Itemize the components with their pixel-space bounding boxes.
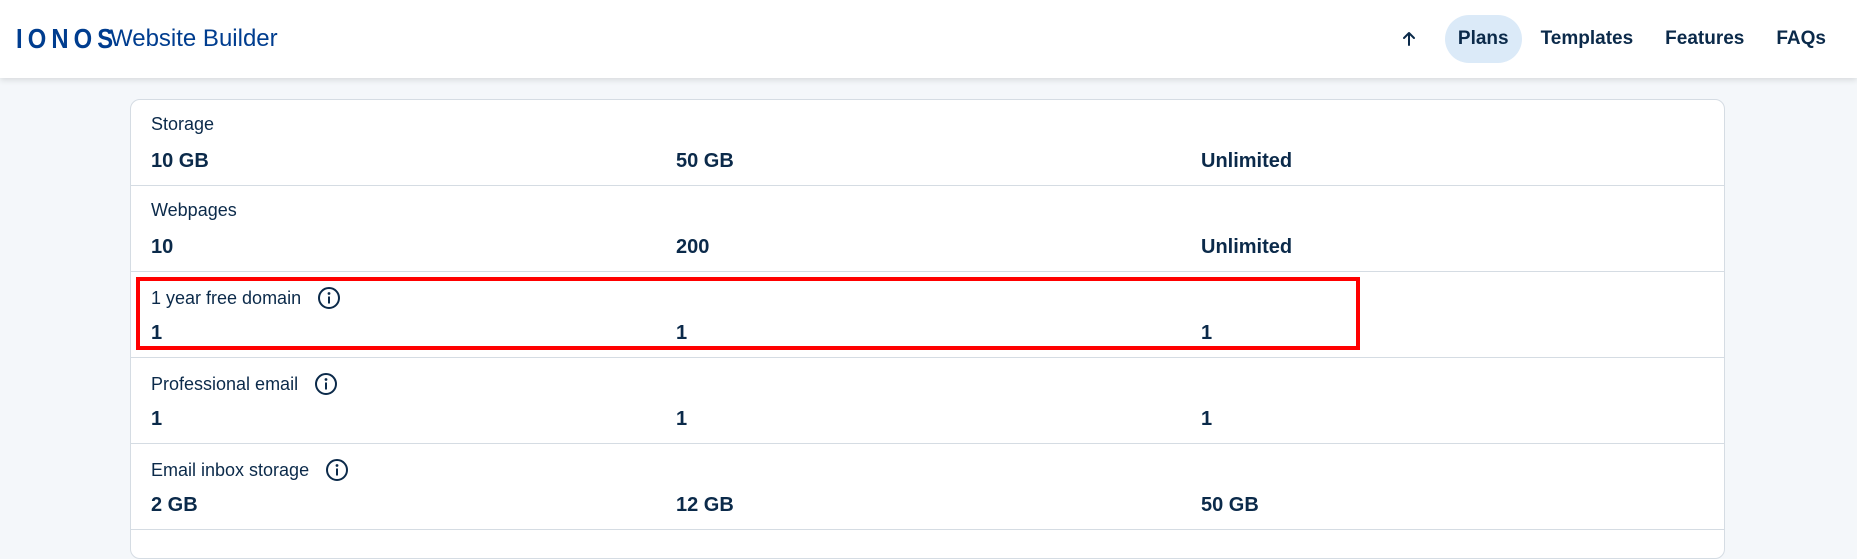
product-name[interactable]: Website Builder bbox=[110, 25, 278, 53]
arrow-up-icon bbox=[1402, 32, 1415, 46]
table-row-email-inbox-storage: Email inbox storage 2 GB 12 GB 50 GB bbox=[131, 444, 1724, 530]
row-label: Professional email bbox=[151, 373, 299, 394]
top-nav: Plans Templates Features FAQs bbox=[1389, 0, 1839, 78]
info-icon[interactable] bbox=[325, 458, 349, 482]
table-row-webpages: Webpages 10 200 Unlimited bbox=[131, 186, 1724, 272]
table-row-free-domain: 1 year free domain 1 1 1 bbox=[131, 272, 1724, 358]
cell-value: 1 bbox=[676, 322, 688, 344]
nav-templates[interactable]: Templates bbox=[1528, 15, 1647, 63]
cell-value: Unlimited bbox=[1201, 150, 1293, 172]
cell-value: 1 bbox=[151, 322, 163, 344]
back-to-top-button[interactable] bbox=[1389, 19, 1429, 59]
plan-comparison-table: Storage 10 GB 50 GB Unlimited Webpages 1… bbox=[130, 99, 1725, 559]
nav-plans[interactable]: Plans bbox=[1444, 15, 1522, 63]
cell-value: 50 GB bbox=[676, 150, 734, 172]
cell-value: 1 bbox=[151, 408, 163, 430]
cell-value: 10 bbox=[151, 236, 174, 258]
cell-value: 1 bbox=[676, 408, 688, 430]
nav-features[interactable]: Features bbox=[1652, 15, 1757, 63]
info-icon[interactable] bbox=[317, 286, 341, 310]
table-row-storage: Storage 10 GB 50 GB Unlimited bbox=[131, 100, 1724, 186]
row-label: Storage bbox=[151, 114, 215, 134]
nav-faqs[interactable]: FAQs bbox=[1763, 15, 1839, 63]
cell-value: 1 bbox=[1201, 408, 1213, 430]
row-label: Email inbox storage bbox=[151, 459, 310, 480]
cell-value: 200 bbox=[676, 236, 710, 258]
site-header: IONOS Website Builder Plans Templates Fe… bbox=[0, 0, 1857, 78]
info-icon[interactable] bbox=[314, 372, 338, 396]
row-label: Webpages bbox=[151, 200, 237, 220]
cell-value: Unlimited bbox=[1201, 236, 1293, 258]
cell-value: 10 GB bbox=[151, 150, 209, 172]
ionos-logo[interactable]: IONOS bbox=[16, 23, 113, 55]
brand[interactable]: IONOS Website Builder bbox=[16, 0, 278, 78]
cell-value: 2 GB bbox=[151, 494, 198, 516]
cell-value: 12 GB bbox=[676, 494, 734, 516]
table-row-professional-email: Professional email 1 1 1 bbox=[131, 358, 1724, 444]
cell-value: 50 GB bbox=[1201, 494, 1259, 516]
cell-value: 1 bbox=[1201, 322, 1213, 344]
row-label: 1 year free domain bbox=[151, 287, 302, 308]
